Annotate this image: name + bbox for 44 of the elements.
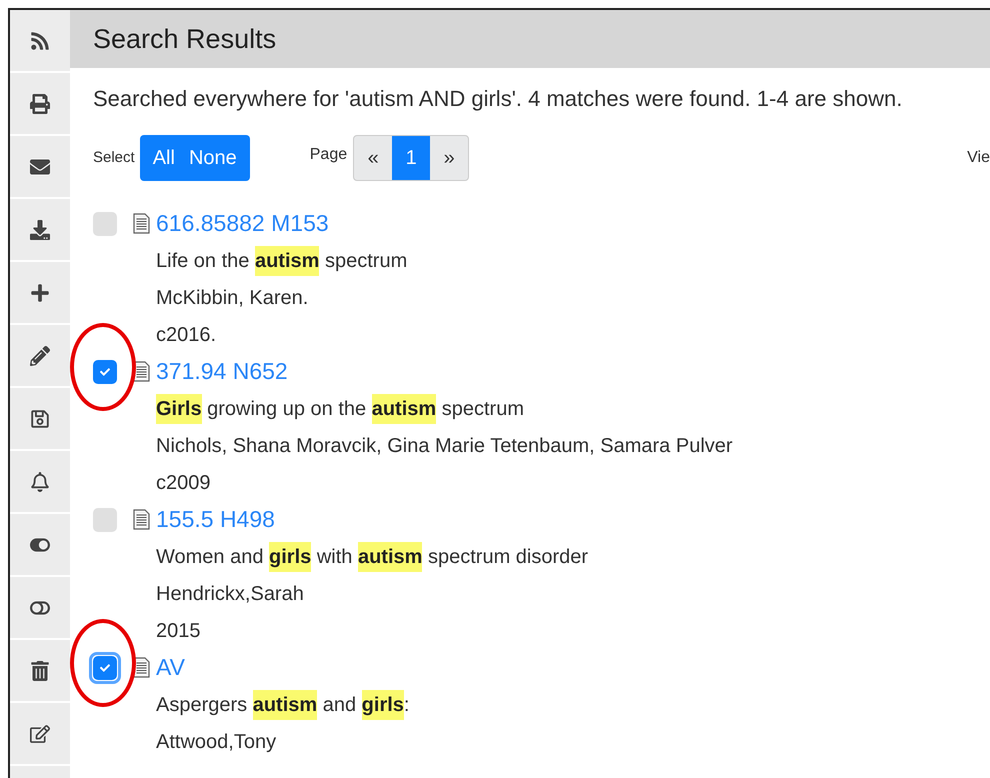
check-icon [100, 662, 110, 672]
call-number-link[interactable]: AV [156, 650, 185, 685]
document-icon [133, 657, 150, 678]
view-label: Vie [967, 148, 990, 168]
bell-icon [30, 472, 50, 492]
record-detail: 2015 [156, 618, 200, 644]
select-label: Select [93, 148, 135, 168]
plus-icon [30, 282, 50, 302]
record-title: Women and girls with autism spectrum disorder [156, 538, 990, 575]
record-detail: Attwood,Tony [156, 730, 276, 754]
select-option[interactable]: All [146, 135, 182, 181]
record-detail: c2009 [156, 470, 210, 496]
edit-icon [30, 724, 50, 744]
record-detail: Hendrickx,Sarah [156, 582, 304, 606]
page-label: Page [310, 145, 348, 165]
checkbox[interactable] [93, 360, 117, 384]
record-title: Girls growing up on the autism spectrum [156, 390, 990, 427]
search-summary: Searched everywhere for 'autism AND girls'. 4 matches were found. 1-4 are shown. [93, 85, 904, 113]
select-option[interactable]: None [182, 135, 244, 181]
previous-page-link[interactable]: « [354, 136, 392, 180]
download-icon [30, 220, 50, 240]
call-number-link[interactable]: 155.5 H498 [156, 502, 275, 537]
record-detail: Nichols, Shana Moravcik, Gina Marie Tetenbaum, Samara Pulver [156, 434, 733, 458]
rss-icon [30, 30, 50, 50]
check-icon [100, 366, 110, 376]
document-icon [133, 361, 150, 382]
document-icon [133, 509, 150, 530]
record-detail: McKibbin, Karen. [156, 286, 308, 310]
pencil-icon [30, 346, 50, 366]
trash-icon [30, 660, 50, 680]
record-title: Aspergers autism and girls: [156, 686, 990, 723]
checkbox[interactable] [93, 212, 117, 236]
page-title: Search Results [93, 22, 276, 56]
next-page-link[interactable]: » [430, 136, 468, 180]
checkbox[interactable] [93, 656, 117, 680]
call-number-link[interactable]: 371.94 N652 [156, 354, 288, 389]
checkbox[interactable] [93, 508, 117, 532]
document-icon [133, 213, 150, 234]
envelope-icon [30, 156, 50, 176]
printer-icon [30, 94, 50, 114]
call-number-link[interactable]: 616.85882 M153 [156, 206, 329, 241]
record-title: Life on the autism spectrum [156, 242, 990, 279]
record-detail: c2016. [156, 322, 216, 348]
page-link[interactable]: 1 [392, 136, 430, 180]
